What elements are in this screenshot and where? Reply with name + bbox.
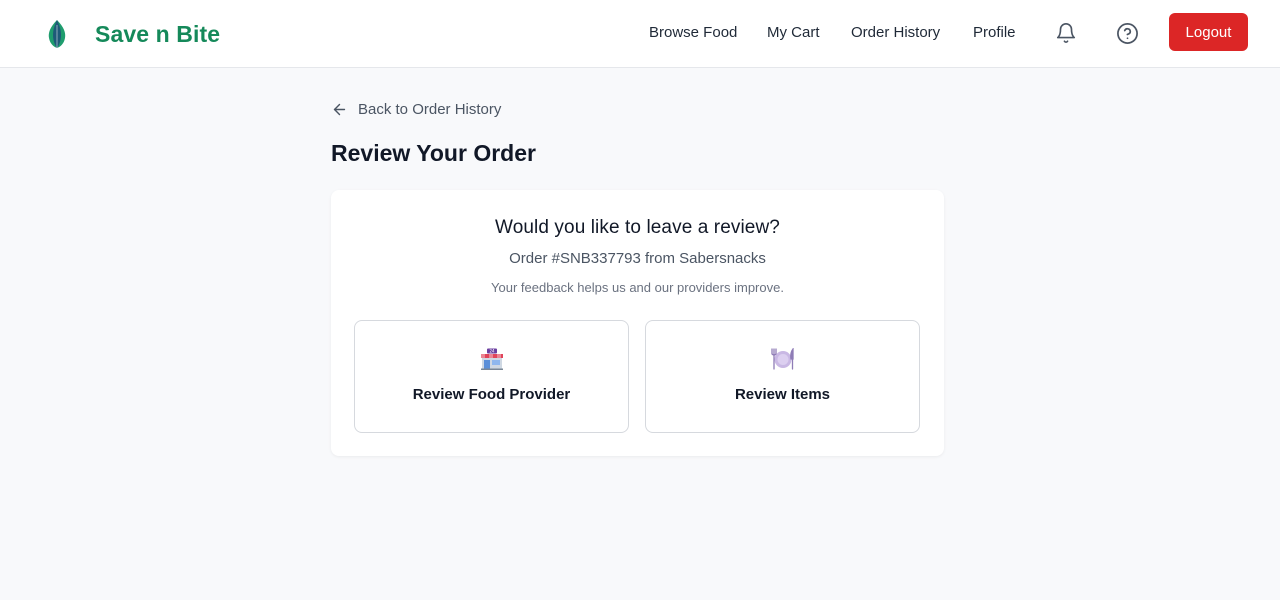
convenience-store-icon-wrap: 24: [355, 348, 628, 370]
plate-with-cutlery-icon-wrap: [646, 348, 919, 370]
bell-icon: [1056, 23, 1076, 43]
review-prompt-card: Would you like to leave a review? Order …: [331, 190, 944, 456]
review-items-button[interactable]: Review Items: [645, 320, 920, 433]
leaf-icon: [48, 20, 66, 48]
review-food-provider-button[interactable]: 24 Review Food Provider: [354, 320, 629, 433]
review-prompt-heading: Would you like to leave a review?: [495, 217, 780, 238]
feedback-note: Your feedback helps us and our providers…: [491, 280, 784, 295]
convenience-store-icon: 24: [480, 348, 503, 370]
back-link-label: Back to Order History: [358, 100, 502, 118]
brand-name: Save n Bite: [95, 20, 221, 47]
question-circle-icon: [1116, 22, 1138, 44]
top-navbar: Save n Bite Browse Food My Cart Order Hi…: [0, 0, 1280, 68]
nav-order-history[interactable]: Order History: [851, 23, 940, 43]
brand-home-link[interactable]: Save n Bite: [46, 18, 220, 50]
review-food-provider-label: Review Food Provider: [412, 386, 571, 403]
notifications-button[interactable]: [1053, 20, 1079, 46]
nav-my-cart[interactable]: My Cart: [767, 23, 820, 43]
arrow-left-icon: [333, 103, 346, 115]
back-to-order-history-link[interactable]: Back to Order History: [331, 99, 501, 119]
nav-profile[interactable]: Profile: [973, 23, 1016, 43]
help-button[interactable]: [1114, 20, 1140, 46]
order-reference: Order #SNB337793 from Sabersnacks: [509, 250, 766, 267]
page-title: Review Your Order: [331, 140, 536, 166]
review-items-label: Review Items: [734, 386, 831, 403]
logout-button[interactable]: Logout: [1169, 13, 1248, 51]
nav-browse-food[interactable]: Browse Food: [649, 23, 737, 43]
plate-with-cutlery-icon: [770, 348, 794, 370]
svg-text:24: 24: [489, 349, 495, 354]
